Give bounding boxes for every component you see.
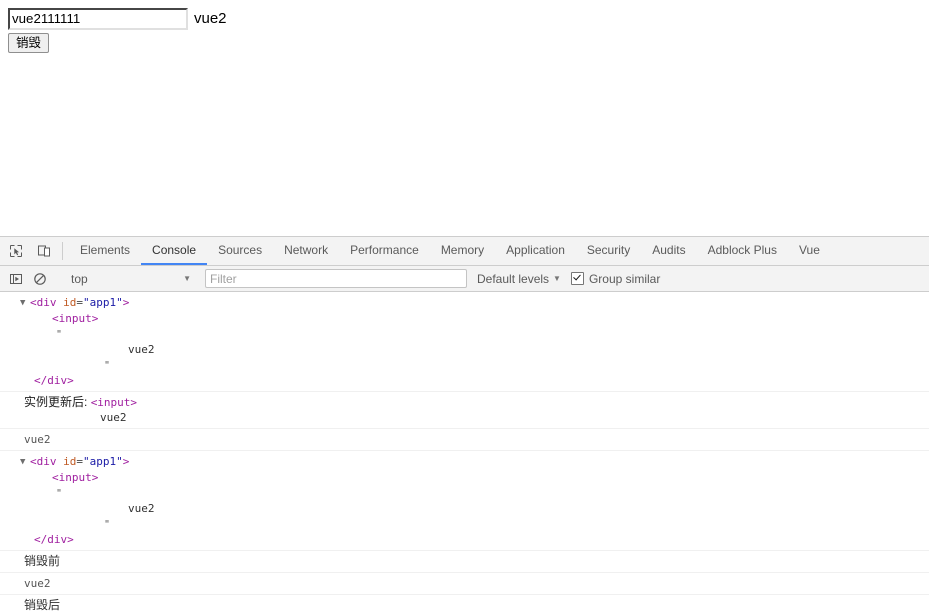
bound-text-output: vue2 [194, 10, 227, 27]
tabstrip-divider [62, 242, 63, 260]
tab-elements[interactable]: Elements [69, 237, 141, 265]
log-levels-dropdown[interactable]: Default levels ▼ [477, 272, 561, 286]
dom-open-tag: <div [30, 455, 57, 468]
dom-close-tag-line: </div> [20, 532, 929, 547]
dom-quote-close: " [104, 519, 111, 530]
dom-open-tag: <div [30, 296, 57, 309]
page-form-row: vue2 [8, 8, 227, 30]
tab-network[interactable]: Network [273, 237, 339, 265]
chevron-down-icon: ▼ [553, 273, 561, 283]
dom-text-node: vue2 [128, 502, 155, 515]
dom-attr-name: id [63, 455, 77, 468]
devtools-panel: Elements Console Sources Network Perform… [0, 236, 929, 615]
dom-quote-close-line: " [20, 357, 929, 373]
dom-textnode-line: vue2 [20, 501, 929, 516]
tab-memory[interactable]: Memory [430, 237, 495, 265]
expand-arrow-icon[interactable]: ▼ [20, 455, 30, 470]
devtools-tabs: Elements Console Sources Network Perform… [69, 237, 831, 265]
message-input[interactable] [8, 8, 188, 30]
dom-attr-eq: = [76, 455, 83, 468]
destroy-button[interactable]: 销毁 [8, 33, 50, 53]
group-similar-label: Group similar [588, 271, 661, 286]
console-message-dom[interactable]: ▼ <div id="app1"> <input> " vue2 " </div> [0, 451, 929, 551]
expand-arrow-icon[interactable]: ▼ [20, 296, 30, 311]
devtools-tool-icons [0, 237, 60, 265]
console-message-text[interactable]: 销毁前 [0, 551, 929, 573]
dom-attr-value: "app1" [83, 455, 123, 468]
dom-attr-name: id [63, 296, 77, 309]
tab-audits[interactable]: Audits [641, 237, 696, 265]
dom-quote-open-line: " [20, 485, 929, 501]
dom-close-tag-line: </div> [20, 373, 929, 388]
tab-application[interactable]: Application [495, 237, 576, 265]
dom-text-node: vue2 [128, 343, 155, 356]
log-levels-label: Default levels [477, 271, 550, 286]
dom-child-input-line: <input> [20, 470, 929, 485]
update-value: vue2 [100, 411, 127, 424]
console-message-text[interactable]: vue2 [0, 573, 929, 595]
dom-quote-open-line: " [20, 326, 929, 342]
dom-open-tag-line[interactable]: ▼ <div id="app1"> [20, 295, 929, 311]
dom-close-tag: </div> [34, 533, 74, 546]
dom-quote-open: " [56, 488, 63, 499]
console-message-update[interactable]: 实例更新后: <input> vue2 [0, 392, 929, 429]
dom-quote-open: " [56, 329, 63, 340]
group-similar-toggle[interactable]: Group similar [570, 271, 661, 286]
dom-open-tag-line[interactable]: ▼ <div id="app1"> [20, 454, 929, 470]
console-message-dom[interactable]: ▼ <div id="app1"> <input> " vue2 " </div> [0, 292, 929, 392]
dom-open-tag-close: > [122, 455, 130, 468]
tab-vue[interactable]: Vue [788, 237, 831, 265]
tab-adblock-plus[interactable]: Adblock Plus [697, 237, 788, 265]
dom-child-input: <input> [52, 312, 99, 325]
dom-child-input-line: <input> [20, 311, 929, 326]
clear-console-icon[interactable] [28, 268, 52, 290]
rendered-page: vue2 销毁 [0, 0, 929, 236]
dom-attr-value: "app1" [83, 296, 123, 309]
dom-attr-eq: = [76, 296, 83, 309]
device-toolbar-icon[interactable] [32, 240, 56, 262]
console-message-list[interactable]: ▼ <div id="app1"> <input> " vue2 " </div>… [0, 292, 929, 615]
inspect-element-icon[interactable] [4, 240, 28, 262]
update-label: 实例更新后: [24, 395, 88, 409]
console-toolbar: top ▼ Default levels ▼ Group similar [0, 266, 929, 292]
dom-quote-close: " [104, 360, 111, 371]
dom-child-input: <input> [52, 471, 99, 484]
console-filter-input[interactable] [205, 269, 467, 288]
execution-context-select[interactable]: top ▼ [65, 269, 195, 288]
update-value-line: vue2 [24, 410, 929, 425]
execution-context-value: top [71, 271, 88, 286]
tab-sources[interactable]: Sources [207, 237, 273, 265]
dom-textnode-line: vue2 [20, 342, 929, 357]
tab-performance[interactable]: Performance [339, 237, 430, 265]
tab-console[interactable]: Console [141, 237, 208, 265]
update-header-line: 实例更新后: <input> [24, 395, 929, 410]
dom-open-tag-close: > [122, 296, 130, 309]
execute-snippet-icon[interactable] [4, 268, 28, 290]
group-similar-checkbox[interactable] [570, 272, 584, 285]
dom-close-tag: </div> [34, 374, 74, 387]
chevron-down-icon: ▼ [183, 273, 191, 283]
devtools-tabstrip: Elements Console Sources Network Perform… [0, 237, 929, 266]
dom-quote-close-line: " [20, 516, 929, 532]
console-message-text[interactable]: 销毁后 [0, 595, 929, 615]
tab-security[interactable]: Security [576, 237, 641, 265]
console-message-text[interactable]: vue2 [0, 429, 929, 451]
update-inline-tag: <input> [90, 396, 138, 409]
